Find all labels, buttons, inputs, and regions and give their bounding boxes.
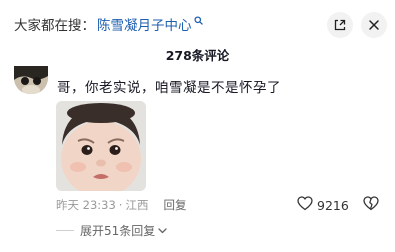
comment-location: 江西	[125, 198, 149, 212]
comment-panel: 大家都在搜： 陈雪凝月子中心 278条评论 哥，你老实说，咱雪凝是不是怀孕了 昨…	[0, 0, 395, 252]
trending-search-prefix: 大家都在搜：	[14, 18, 95, 34]
avatar[interactable]	[14, 66, 48, 94]
like-count: 9216	[317, 197, 349, 213]
comment-count-title: 278条评论	[165, 48, 230, 63]
expand-button[interactable]	[327, 12, 353, 38]
expand-replies-button[interactable]: 展开51条回复	[56, 222, 167, 239]
close-button[interactable]	[361, 12, 387, 38]
reply-button[interactable]: 回复	[163, 197, 186, 213]
chevron-down-icon	[158, 227, 167, 234]
comment-text: 哥，你老实说，咱雪凝是不是怀孕了	[57, 80, 281, 96]
search-icon	[193, 15, 203, 25]
comment-sticker-image[interactable]	[56, 101, 146, 191]
like-button[interactable]: 9216	[297, 196, 349, 214]
broken-heart-icon	[363, 196, 379, 215]
close-icon	[368, 16, 380, 35]
expand-replies-divider	[56, 230, 74, 231]
expand-icon	[334, 16, 346, 35]
trending-search-banner[interactable]: 大家都在搜： 陈雪凝月子中心	[14, 13, 203, 35]
dislike-button[interactable]	[363, 196, 379, 215]
meta-separator: ·	[118, 198, 123, 212]
comment-time: 昨天 23:33	[56, 198, 116, 212]
expand-replies-label: 展开51条回复	[80, 224, 156, 238]
heart-icon	[297, 196, 313, 214]
comment-meta: 昨天 23:33 · 江西 回复	[56, 197, 186, 213]
trending-search-keyword[interactable]: 陈雪凝月子中心	[97, 14, 192, 34]
